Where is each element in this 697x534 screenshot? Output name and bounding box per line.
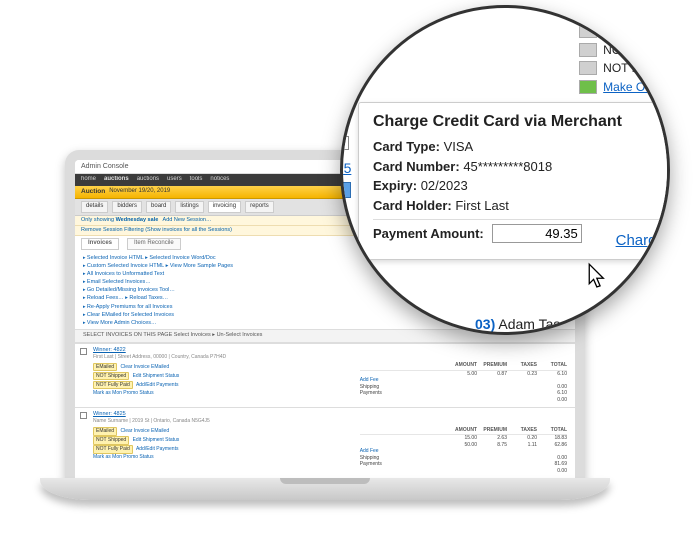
status-emailed: EMailed — [93, 427, 117, 436]
expiry-label: Expiry: — [373, 178, 417, 193]
col-total: TOTAL — [537, 362, 567, 369]
mail-icon — [579, 24, 597, 38]
status-not-fully-paid: NOT Fully Paid — [603, 59, 670, 78]
clear-emailed-link[interactable]: Clear Invoice EMailed — [120, 364, 169, 370]
col-premium: PREMIUM — [477, 362, 507, 369]
id-fragment: 03) — [475, 316, 495, 332]
status-emailed: EMailed — [93, 363, 117, 372]
invoice-amounts: AMOUNT PREMIUM TAXES TOTAL 5.000.870.236… — [360, 362, 567, 403]
invoice-id-link[interactable]: Winner: 4822 — [93, 347, 126, 353]
magnifier-lens: NOT EMailed O NOT Shipped E NOT Fully Pa… — [340, 5, 670, 335]
invoice-address: First Last | Street Address, 00000 | Cou… — [93, 354, 567, 361]
make-online-pay-link[interactable]: Make Online Pay — [603, 78, 670, 97]
only-showing-label: Only showing — [81, 217, 114, 223]
tab-reconcile[interactable]: Item Reconcile — [127, 238, 181, 250]
invoice-amounts: AMOUNT PREMIUM TAXES TOTAL 15.002.630.20… — [360, 427, 567, 475]
invoice-row: Winner: 4822 First Last | Street Address… — [75, 343, 575, 408]
subnav-listings[interactable]: listings — [175, 201, 203, 213]
box-icon — [579, 43, 597, 57]
auction-label: Auction — [81, 188, 105, 196]
subnav-reports[interactable]: reports — [245, 201, 274, 213]
customer-city: Alberta, Can — [629, 316, 670, 332]
charge-card-panel: Charge Credit Card via Merchant Card Typ… — [358, 102, 670, 260]
add-session-link[interactable]: Add New Session… — [163, 217, 212, 223]
next-invoice-preview: 03) Adam Taschuk (ship to: — [475, 316, 644, 332]
status-not-shipped: NOT Shipped — [603, 41, 670, 60]
status-not-paid: NOT Fully Paid — [93, 381, 133, 390]
invoice-address: Name Surname | 2019 St | Ontario, Canada… — [93, 418, 567, 425]
status-list: NOT EMailed O NOT Shipped E NOT Fully Pa… — [579, 22, 670, 96]
subnav-board[interactable]: board — [146, 201, 171, 213]
col-taxes: TAXES — [507, 362, 537, 369]
nav-tools[interactable]: tools — [190, 176, 203, 184]
nav-auctions-2[interactable]: auctions — [137, 176, 159, 184]
payment-amount-input[interactable] — [492, 224, 582, 243]
money-icon — [579, 80, 597, 94]
subnav-invoicing[interactable]: invoicing — [208, 201, 241, 213]
edit-ship-link[interactable]: Edit Shipment Status — [133, 373, 180, 379]
card-number-value: 45*********8018 — [463, 159, 552, 174]
invoice-id-link[interactable]: Winner: 4825 — [93, 411, 126, 417]
laptop-base — [40, 478, 610, 500]
subnav-bidders[interactable]: bidders — [112, 201, 142, 213]
subnav-details[interactable]: details — [81, 201, 108, 213]
invoice-checkbox[interactable] — [80, 412, 87, 419]
invoice-id-link[interactable]: 485 — [340, 160, 351, 176]
holder-label: Card Holder: — [373, 198, 452, 213]
card-type-label: Card Type: — [373, 139, 440, 154]
nav-auctions[interactable]: auctions — [104, 176, 129, 184]
invoice-status-block: EMailed Clear Invoice EMailed NOT Shippe… — [93, 362, 354, 403]
expiry-value: 02/2023 — [421, 178, 468, 193]
invoice-checkbox[interactable] — [340, 136, 349, 150]
nav-notices[interactable]: notices — [210, 176, 229, 184]
add-pay-link[interactable]: Add/Edit Payments — [136, 446, 179, 452]
add-pay-link[interactable]: Add/Edit Payments — [136, 382, 179, 388]
charge-credit-link[interactable]: Charge Credit — [616, 232, 670, 249]
edit-ship-link[interactable]: Edit Shipment Status — [133, 437, 180, 443]
panel-title: Charge Credit Card via Merchant — [373, 113, 670, 131]
nav-users[interactable]: users — [167, 176, 182, 184]
wallet-icon — [579, 61, 597, 75]
payment-amount-label: Payment Amount: — [373, 226, 484, 241]
mark-paid-link[interactable]: Mark as Mon Promo Status — [93, 390, 354, 397]
invoice-checkbox[interactable] — [80, 348, 87, 355]
mark-paid-link[interactable]: Mark as Mon Promo Status — [93, 454, 354, 461]
card-number-label: Card Number: — [373, 159, 460, 174]
tab-invoices[interactable]: Invoices — [81, 238, 119, 250]
col-amount: AMOUNT — [447, 362, 477, 369]
status-not-shipped: NOT Shipped — [93, 436, 129, 445]
customer-name: Adam Taschuk (ship to: — [498, 316, 643, 332]
only-showing-value: Wednesday sale — [116, 217, 159, 223]
status-not-paid: NOT Fully Paid — [93, 445, 133, 454]
holder-value: First Last — [455, 198, 508, 213]
status-not-shipped: NOT Shipped — [93, 372, 129, 381]
nav-home[interactable]: home — [81, 176, 96, 184]
auction-date: November 19/20, 2019 — [109, 188, 170, 196]
clear-emailed-link[interactable]: Clear Invoice EMailed — [120, 428, 169, 434]
invoice-status-block: EMailed Clear Invoice EMailed NOT Shippe… — [93, 427, 354, 475]
card-type-value: VISA — [444, 139, 474, 154]
status-not-emailed: NOT EMailed — [603, 22, 670, 41]
document-icon[interactable] — [340, 182, 351, 198]
invoice-row: Winner: 4825 Name Surname | 2019 St | On… — [75, 407, 575, 478]
